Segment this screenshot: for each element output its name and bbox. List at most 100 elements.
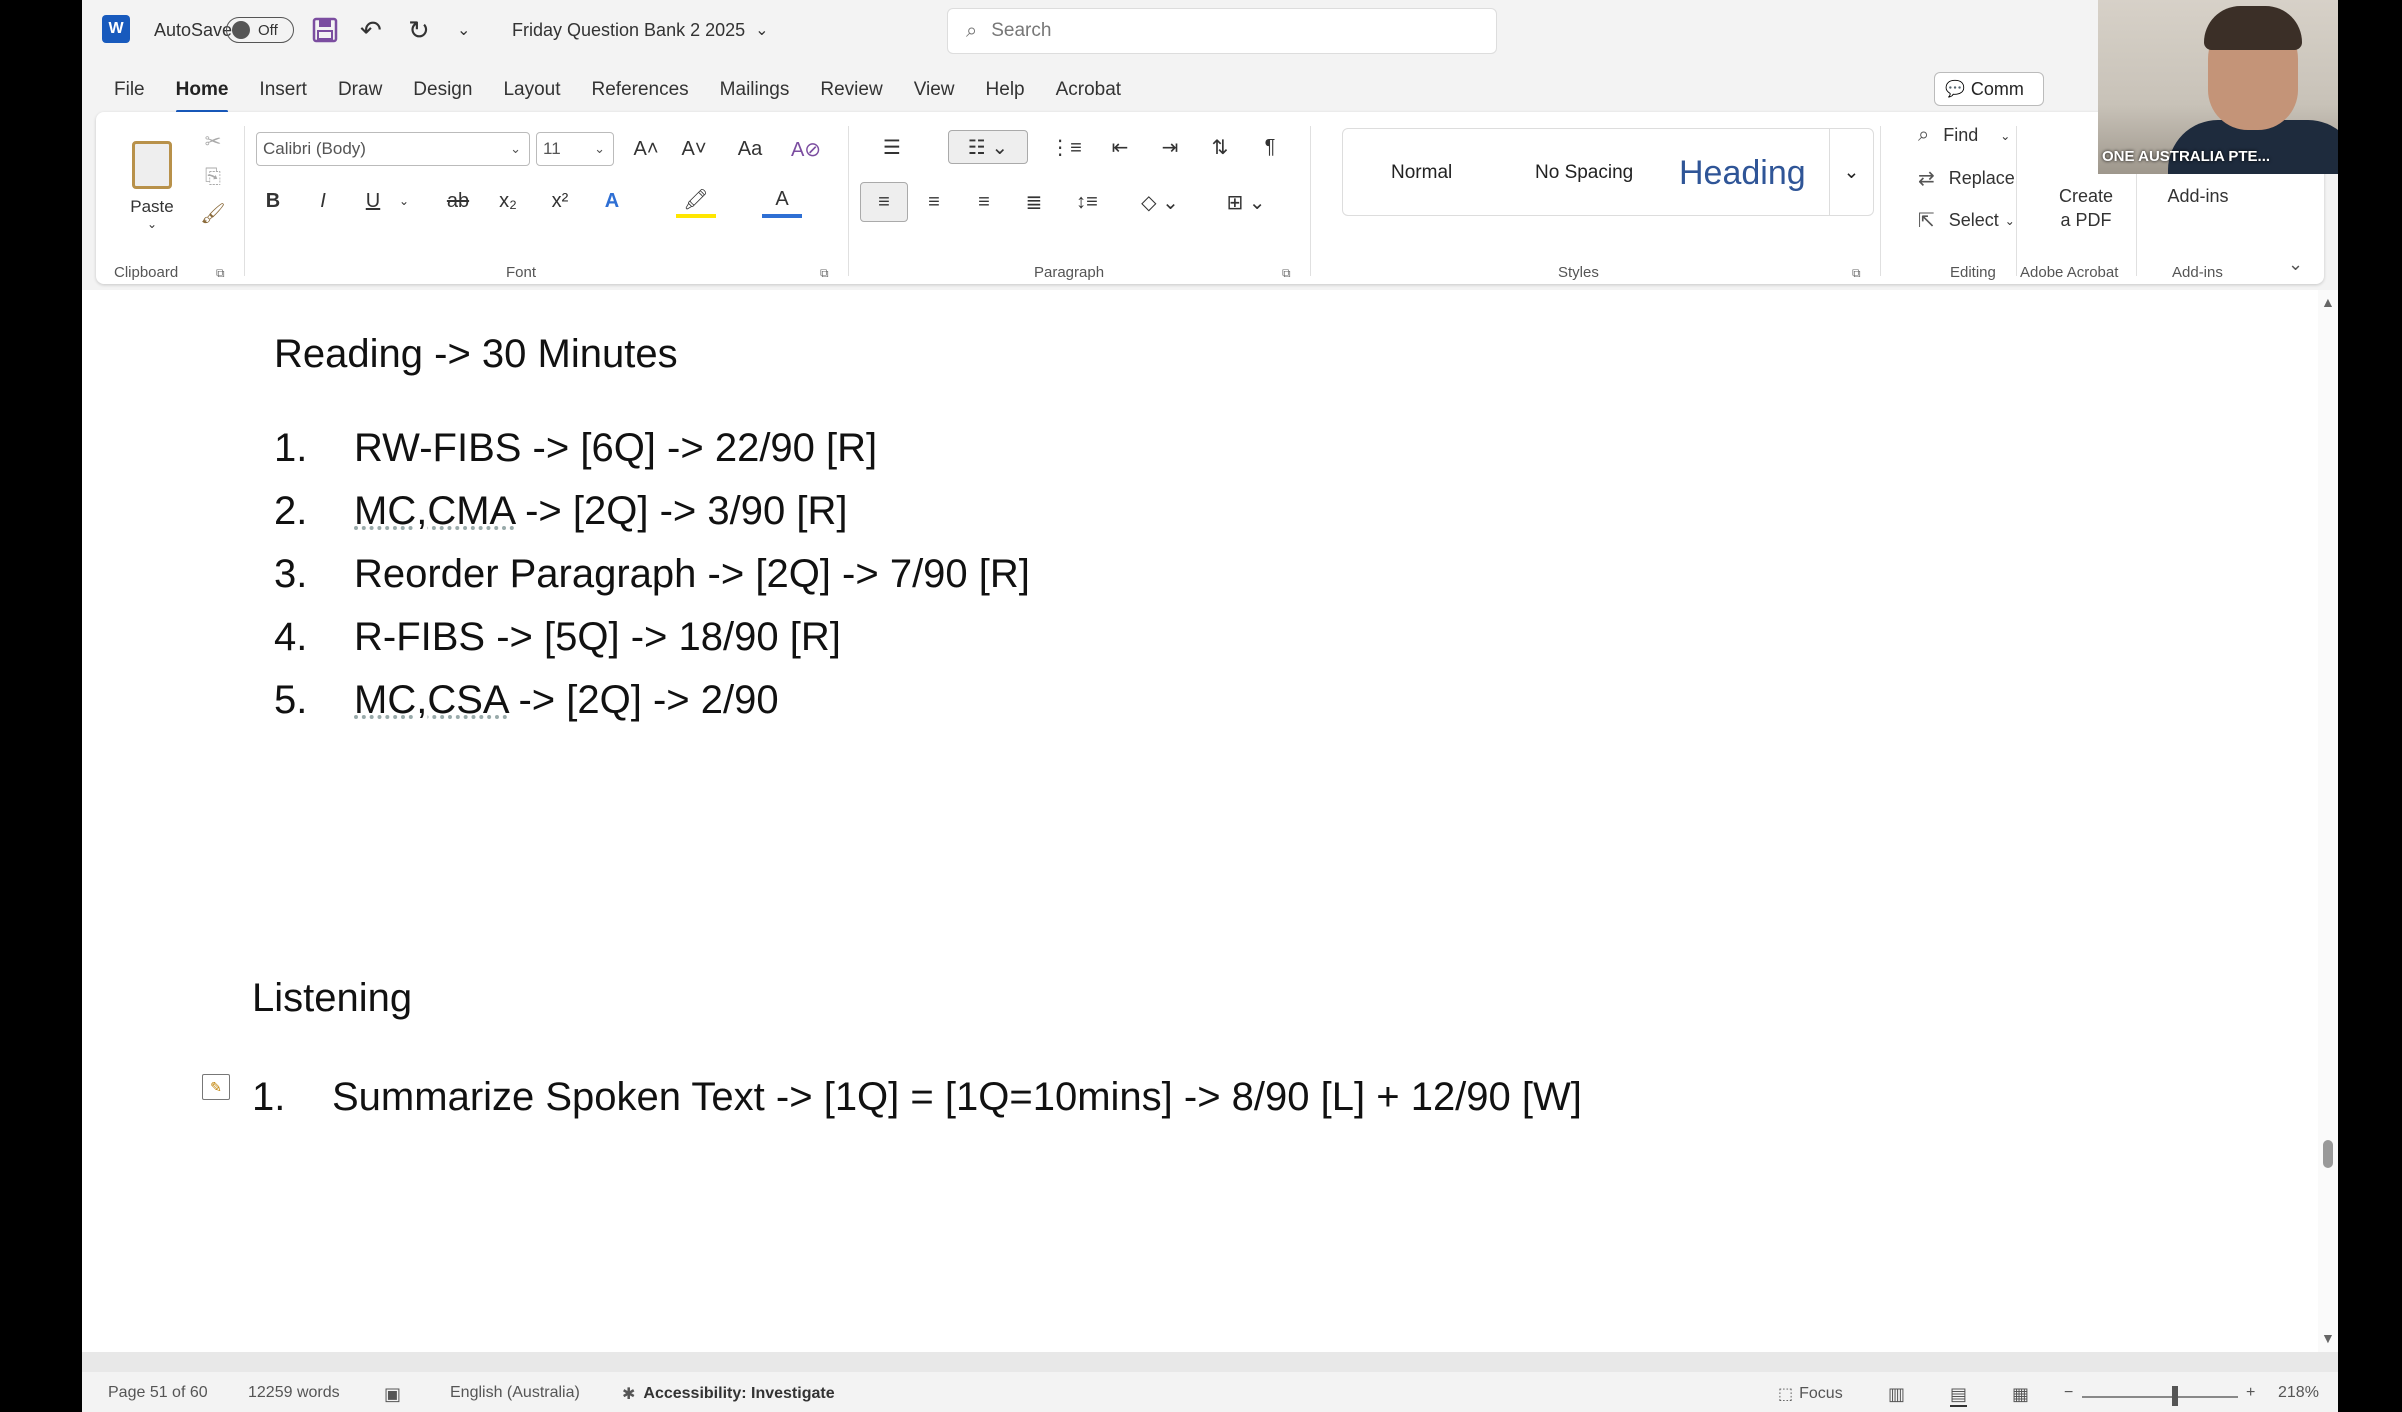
list-item-detail: -> [2Q] -> 2/90 bbox=[507, 678, 779, 722]
webcam-overlay: ONE AUSTRALIA PTE... bbox=[2098, 0, 2338, 174]
paragraph-launcher-icon[interactable]: ⧉ bbox=[1282, 266, 1291, 281]
change-case-button[interactable]: Aa bbox=[722, 132, 778, 166]
language-indicator[interactable]: English (Australia) bbox=[450, 1384, 580, 1402]
ribbon-collapse-icon[interactable]: ⌄ bbox=[2288, 254, 2303, 275]
list-item-term: MC,CSA bbox=[354, 678, 508, 722]
read-mode-icon[interactable]: ▥ bbox=[1888, 1384, 1905, 1405]
grow-font-button[interactable]: A˄ bbox=[626, 132, 666, 166]
shrink-font-button[interactable]: A˅ bbox=[674, 132, 714, 166]
page-counter[interactable]: Page 51 of 60 bbox=[108, 1384, 208, 1402]
line-spacing-icon[interactable]: ↕≡ bbox=[1062, 182, 1112, 222]
zoom-out-button[interactable]: − bbox=[2064, 1384, 2073, 1402]
tab-references[interactable]: References bbox=[592, 73, 689, 107]
align-center-icon[interactable]: ≡ bbox=[914, 182, 954, 222]
cut-icon[interactable]: ✂ bbox=[198, 126, 228, 156]
tab-design[interactable]: Design bbox=[413, 73, 472, 107]
tab-mailings[interactable]: Mailings bbox=[720, 73, 790, 107]
document-title[interactable]: Friday Question Bank 2 2025 ⌄ bbox=[512, 12, 769, 48]
font-color-button[interactable]: A bbox=[762, 184, 802, 218]
tab-view[interactable]: View bbox=[914, 73, 955, 107]
find-button[interactable]: ⌕ Find ⌄ bbox=[1918, 124, 2010, 147]
style-heading[interactable]: Heading bbox=[1679, 143, 1806, 203]
justify-icon[interactable]: ≣ bbox=[1014, 182, 1054, 222]
ribbon: Paste ⌄ ✂ ⎘ 🖌 Clipboard ⧉ Calibri (Body)… bbox=[96, 112, 2324, 284]
multilevel-list-icon[interactable]: ⋮≡ bbox=[1042, 130, 1090, 164]
tab-layout[interactable]: Layout bbox=[503, 73, 560, 107]
tab-help[interactable]: Help bbox=[986, 73, 1025, 107]
align-right-icon[interactable]: ≡ bbox=[964, 182, 1004, 222]
strikethrough-button[interactable]: ab bbox=[438, 184, 478, 218]
create-pdf-button[interactable]: Create a PDF bbox=[2016, 184, 2156, 232]
font-launcher-icon[interactable]: ⧉ bbox=[820, 266, 829, 281]
zoom-slider[interactable] bbox=[2082, 1396, 2238, 1398]
borders-icon[interactable]: ⊞ ⌄ bbox=[1216, 182, 1276, 222]
proofing-icon[interactable]: ▣ bbox=[384, 1384, 401, 1405]
tab-insert[interactable]: Insert bbox=[259, 73, 307, 107]
clear-formatting-button[interactable]: A⊘ bbox=[786, 132, 826, 166]
vertical-scrollbar[interactable]: ▲ ▼ bbox=[2318, 290, 2338, 1352]
customize-quick-access-icon[interactable]: ⌄ bbox=[457, 12, 470, 48]
highlight-icon[interactable]: 🖍 bbox=[676, 184, 716, 218]
redo-icon[interactable]: ↻ bbox=[408, 12, 430, 48]
paste-button[interactable]: Paste ⌄ bbox=[122, 126, 182, 246]
copy-icon[interactable]: ⎘ bbox=[198, 162, 228, 192]
autosave-toggle[interactable]: Off bbox=[226, 17, 294, 43]
replace-button[interactable]: ⇄ Replace bbox=[1918, 166, 2015, 191]
comments-button[interactable]: 💬 Comm bbox=[1934, 72, 2044, 106]
shading-icon[interactable]: ◇ ⌄ bbox=[1130, 182, 1190, 222]
bullets-icon[interactable]: ☰ bbox=[868, 130, 916, 164]
web-layout-icon[interactable]: ▦ bbox=[2012, 1384, 2029, 1405]
chevron-down-icon[interactable]: ⌄ bbox=[394, 184, 414, 218]
underline-button[interactable]: U bbox=[356, 184, 390, 218]
zoom-in-button[interactable]: + bbox=[2246, 1384, 2255, 1402]
style-no-spacing[interactable]: No Spacing bbox=[1535, 143, 1633, 203]
scroll-thumb[interactable] bbox=[2323, 1140, 2333, 1168]
accessibility-status[interactable]: ✱ Accessibility: Investigate bbox=[622, 1384, 835, 1404]
show-marks-button[interactable]: ¶ bbox=[1250, 130, 1290, 164]
align-left-icon[interactable]: ≡ bbox=[860, 182, 908, 222]
clipboard-launcher-icon[interactable]: ⧉ bbox=[216, 266, 225, 281]
text-effects-button[interactable]: A bbox=[592, 184, 632, 218]
print-layout-icon[interactable]: ▤ bbox=[1950, 1384, 1968, 1407]
bold-button[interactable]: B bbox=[256, 184, 290, 218]
numbering-icon[interactable]: ☷ ⌄ bbox=[948, 130, 1028, 164]
style-normal[interactable]: Normal bbox=[1391, 143, 1452, 203]
list-item-number: 1. bbox=[252, 1075, 286, 1119]
tab-review[interactable]: Review bbox=[820, 73, 882, 107]
tab-acrobat[interactable]: Acrobat bbox=[1056, 73, 1121, 107]
add-ins-button[interactable]: Add-ins bbox=[2148, 186, 2248, 207]
save-icon[interactable] bbox=[312, 12, 338, 48]
tab-file[interactable]: File bbox=[114, 73, 145, 107]
list-item-detail: -> [6Q] -> 22/90 [R] bbox=[521, 426, 878, 470]
list-item: R-FIBS -> [5Q] -> 18/90 [R] bbox=[354, 615, 841, 660]
subscript-button[interactable]: x₂ bbox=[488, 184, 528, 218]
create-pdf-label-1: Create bbox=[2058, 186, 2114, 206]
document-title-text: Friday Question Bank 2 2025 bbox=[512, 19, 746, 40]
font-size-select[interactable]: 11 ⌄ bbox=[536, 132, 614, 166]
tab-draw[interactable]: Draw bbox=[338, 73, 382, 107]
list-item-term: R-FIBS bbox=[354, 615, 486, 659]
search-input[interactable]: ⌕ Search bbox=[947, 8, 1497, 54]
scroll-down-icon[interactable]: ▼ bbox=[2321, 1330, 2335, 1346]
comment-icon: 💬 bbox=[1945, 81, 1965, 98]
select-button[interactable]: ⇱ Select ⌄ bbox=[1918, 208, 2015, 233]
tab-home[interactable]: Home bbox=[175, 73, 228, 113]
zoom-level[interactable]: 218% bbox=[2278, 1384, 2319, 1402]
increase-indent-icon[interactable]: ⇥ bbox=[1150, 130, 1190, 164]
format-painter-icon[interactable]: 🖌 bbox=[198, 198, 228, 228]
styles-more-icon[interactable]: ⌄ bbox=[1829, 129, 1873, 215]
italic-button[interactable]: I bbox=[306, 184, 340, 218]
scroll-up-icon[interactable]: ▲ bbox=[2321, 294, 2335, 310]
comment-marker-icon[interactable]: ✎ bbox=[202, 1074, 230, 1100]
sort-icon[interactable]: ⇅ bbox=[1200, 130, 1240, 164]
decrease-indent-icon[interactable]: ⇤ bbox=[1100, 130, 1140, 164]
styles-launcher-icon[interactable]: ⧉ bbox=[1852, 266, 1861, 281]
comments-button-label: Comm bbox=[1970, 78, 2024, 99]
word-count[interactable]: 12259 words bbox=[248, 1384, 340, 1402]
focus-button[interactable]: ⬚ Focus bbox=[1778, 1384, 1843, 1404]
zoom-slider-thumb[interactable] bbox=[2172, 1386, 2178, 1406]
superscript-button[interactable]: x² bbox=[540, 184, 580, 218]
document-canvas[interactable]: Reading -> 30 Minutes 1. RW-FIBS -> [6Q] … bbox=[82, 290, 2318, 1352]
undo-icon[interactable]: ↶ bbox=[360, 12, 382, 48]
font-name-select[interactable]: Calibri (Body) ⌄ bbox=[256, 132, 530, 166]
